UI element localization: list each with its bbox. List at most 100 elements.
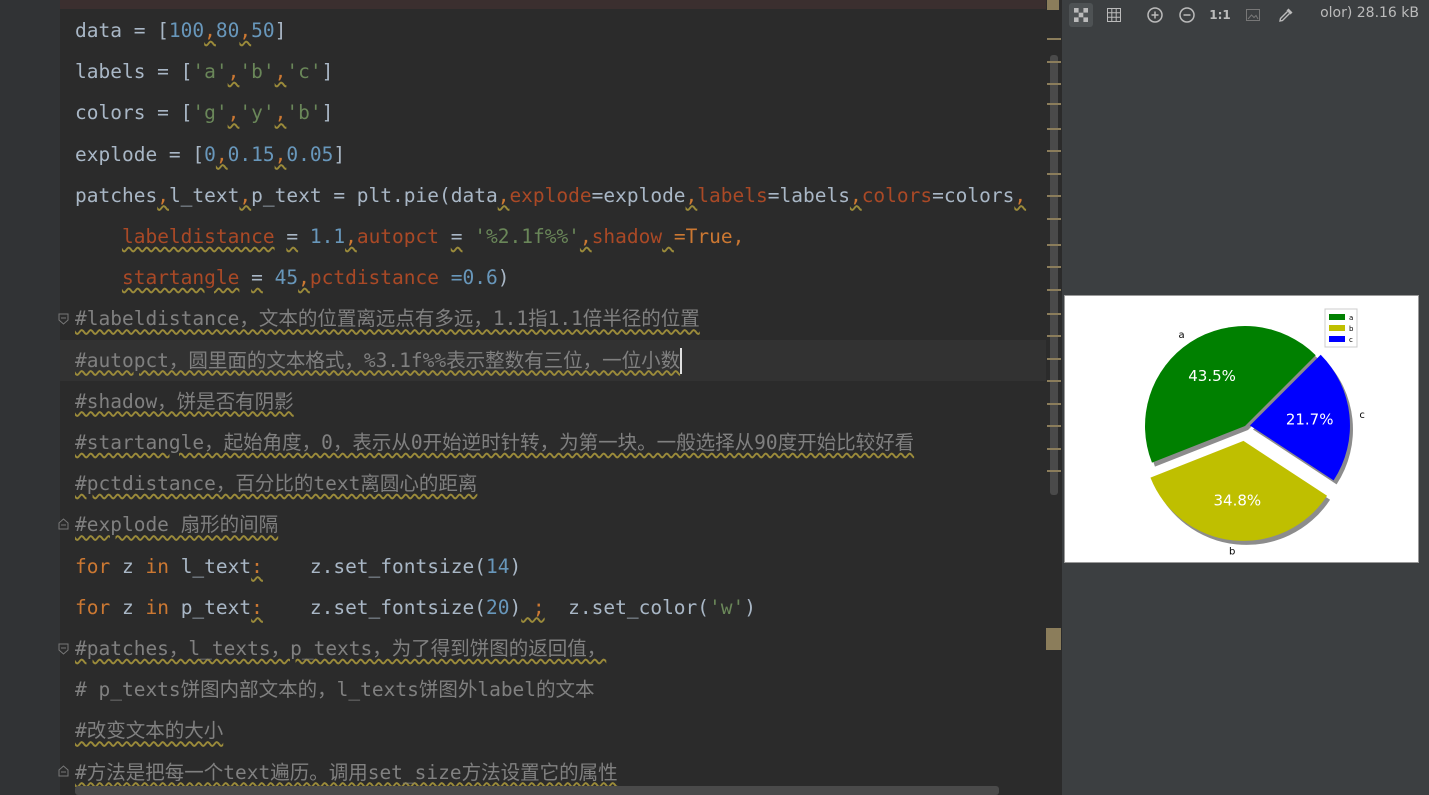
vertical-scrollbar[interactable]: [1046, 0, 1062, 795]
pie-percent-label: 21.7%: [1286, 410, 1334, 428]
code-token: 'b': [286, 101, 322, 125]
scroll-marker: [1047, 218, 1061, 220]
pie-percent-label: 34.8%: [1214, 492, 1262, 510]
code-token: #startangle，起始角度，0，表示从0开始逆时针转，为第一块。一般选择从…: [75, 431, 915, 454]
scroll-marker: [1047, 103, 1061, 105]
code-token: ]: [333, 142, 346, 166]
code-token: ): [509, 554, 522, 578]
code-line[interactable]: #startangle，起始角度，0，表示从0开始逆时针转，为第一块。一般选择从…: [75, 422, 914, 463]
fit-image-icon[interactable]: [1241, 3, 1265, 27]
scroll-marker: [1047, 173, 1061, 175]
zoom-in-icon[interactable]: [1143, 3, 1167, 27]
editor-top-strip: [0, 0, 1046, 9]
pie-category-label: b: [1229, 546, 1235, 557]
chessboard-icon[interactable]: [1069, 3, 1093, 27]
pie-percent-label: 43.5%: [1188, 367, 1236, 385]
scroll-marker: [1047, 470, 1061, 472]
scroll-marker: [1047, 425, 1061, 427]
code-line[interactable]: #shadow，饼是否有阴影: [75, 381, 294, 422]
code-line[interactable]: labeldistance = 1.1,autopct = '%2.1f%%',…: [75, 216, 744, 257]
code-token: :: [251, 595, 263, 619]
code-editor[interactable]: data = [100,80,50] labels = ['a','b','c']…: [0, 0, 1046, 795]
grid-icon[interactable]: [1102, 3, 1126, 27]
code-token: z: [110, 554, 146, 578]
code-token: 'y': [239, 101, 275, 125]
code-token: data = [: [75, 19, 169, 42]
code-line[interactable]: patches,l_text,p_text = plt.pie(data,exp…: [75, 175, 1026, 216]
code-token: l_text: [168, 554, 252, 578]
scrollbar-thumb[interactable]: [1050, 55, 1058, 495]
code-token: =: [450, 225, 463, 248]
legend-label: c: [1349, 336, 1353, 344]
code-token: 'b': [239, 60, 275, 84]
zoom-out-icon[interactable]: [1175, 3, 1199, 27]
legend-swatch: [1329, 314, 1345, 320]
scroll-marker: [1046, 628, 1061, 650]
code-token: 1.1: [309, 225, 346, 248]
code-token: autopct: [356, 225, 440, 248]
code-token: for: [75, 595, 111, 619]
code-token: 80: [215, 19, 240, 42]
code-line[interactable]: data = [100,80,50]: [75, 10, 286, 51]
fold-icon[interactable]: [57, 642, 70, 655]
color-picker-icon[interactable]: [1274, 3, 1298, 27]
scroll-marker: [1047, 266, 1061, 268]
code-line[interactable]: #explode 扇形的间隔: [75, 504, 278, 545]
code-line[interactable]: startangle = 45,pctdistance =0.6): [75, 257, 510, 298]
scroll-marker: [1047, 313, 1061, 315]
code-line[interactable]: for z in l_text: z.set_fontsize(14): [75, 546, 521, 587]
scroll-marker: [1047, 38, 1061, 40]
code-token: #explode 扇形的间隔: [75, 513, 279, 537]
code-token: 45: [274, 266, 299, 290]
code-line[interactable]: #改变文本的大小: [75, 710, 223, 751]
code-token: ,: [204, 19, 216, 42]
code-token: ,: [274, 142, 287, 166]
code-token: l_text: [168, 183, 240, 207]
code-line[interactable]: #autopct，圆里面的文本格式，%3.1f%%表示整数有三位，一位小数: [60, 339, 1046, 381]
code-token: ,: [345, 225, 357, 248]
scroll-marker: [1047, 195, 1061, 197]
code-line[interactable]: colors = ['g','y','b']: [75, 92, 333, 133]
pie-category-label: c: [1359, 410, 1365, 421]
code-token: pctdistance: [309, 266, 439, 290]
code-token: startangle: [121, 266, 240, 290]
code-token: 'w': [709, 595, 745, 619]
code-line[interactable]: #pctdistance，百分比的text离圆心的距离: [75, 463, 477, 504]
fold-icon[interactable]: [57, 765, 70, 778]
code-token: ,: [227, 60, 240, 84]
fold-icon[interactable]: [57, 518, 70, 531]
code-token: z.set_color(: [544, 595, 710, 619]
horizontal-scrollbar[interactable]: [75, 786, 999, 795]
code-token: #labeldistance，文本的位置离远点有多远，1.1指1.1倍半径的位置: [75, 307, 700, 331]
code-line[interactable]: explode = [0,0.15,0.05]: [75, 134, 345, 175]
code-line[interactable]: #labeldistance，文本的位置离远点有多远，1.1指1.1倍半径的位置: [75, 298, 700, 339]
scroll-marker: [1047, 0, 1059, 10]
actual-size-icon[interactable]: 1:1: [1208, 3, 1232, 27]
code-token: explode: [509, 183, 592, 207]
code-token: ,: [239, 183, 252, 207]
code-token: =labels: [767, 183, 850, 207]
pie-category-label: a: [1179, 330, 1185, 341]
code-token: ,: [274, 60, 287, 84]
code-token: ,: [157, 183, 169, 207]
code-token: =True,: [673, 225, 745, 248]
code-token: p_text: [168, 595, 252, 619]
scroll-marker: [1047, 358, 1061, 360]
code-token: z.set_fontsize(: [262, 554, 486, 578]
code-line[interactable]: #patches，l_texts，p_texts，为了得到饼图的返回值，: [75, 628, 606, 669]
code-line[interactable]: # p_texts饼图内部文本的，l_texts饼图外label的文本: [75, 669, 595, 710]
code-line[interactable]: for z in p_text: z.set_fontsize(20) ; z.…: [75, 587, 756, 628]
pie-chart-image: 43.5% a 34.8% b 21.7% c a b c: [1064, 295, 1419, 563]
code-token: shadow: [591, 225, 663, 248]
code-token: =0.6: [450, 266, 498, 290]
fold-icon[interactable]: [57, 312, 70, 325]
editor-gutter: [0, 0, 60, 795]
code-token: '%2.1f%%': [474, 225, 580, 248]
code-line[interactable]: labels = ['a','b','c']: [75, 51, 333, 92]
